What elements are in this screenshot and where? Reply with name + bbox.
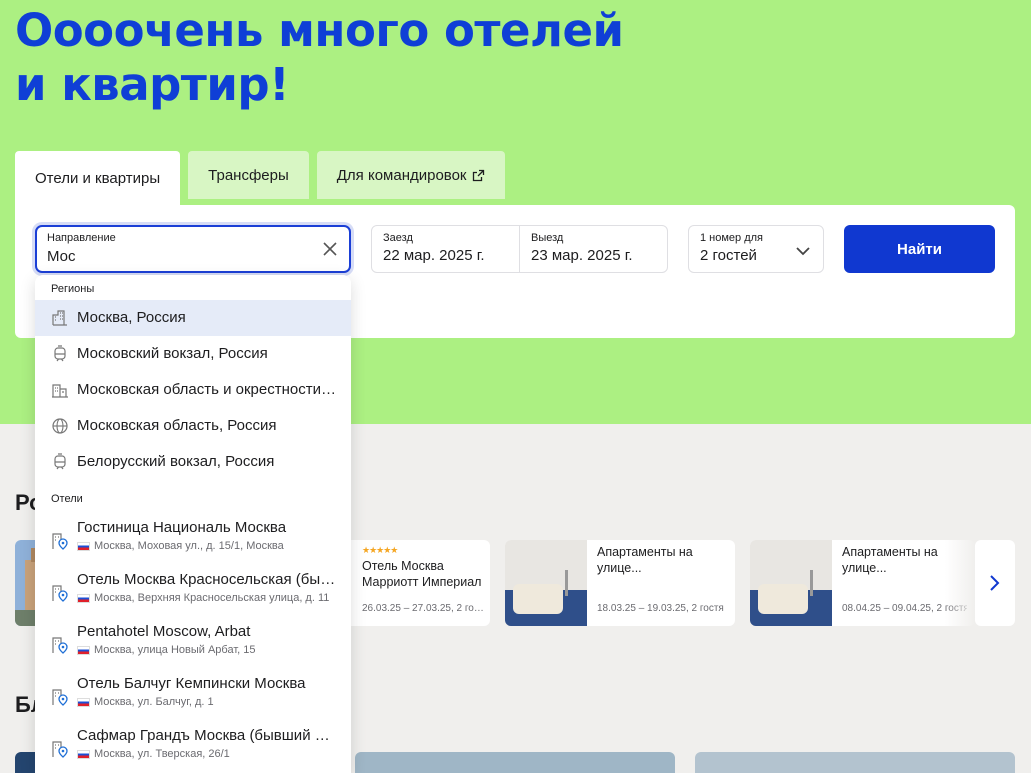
suggestion-hotel[interactable]: Гостиница Националь Москва Москва, Мохов… <box>35 517 351 569</box>
hotel-card-title: Отель Москва Марриотт Империал Плаза <box>362 559 482 589</box>
hotel-card-title: Апартаменты на улице... <box>597 545 693 575</box>
suggestion-text: Москва, Россия <box>77 309 186 326</box>
hotels-header: Отели <box>51 493 83 505</box>
hotel-address: Москва, ул. Балчуг, д. 1 <box>77 696 339 708</box>
carousel-fade <box>945 540 975 626</box>
hotel-pin-icon <box>52 533 68 550</box>
hotel-name: Гостиница Националь Москва <box>77 519 287 536</box>
train-station-icon <box>54 345 66 362</box>
hero-title-line-1: Оооочень много отелей <box>15 4 624 57</box>
russia-flag-icon <box>77 749 90 759</box>
clear-icon[interactable] <box>321 240 339 258</box>
suggestion-hotel[interactable]: Pentahotel Moscow, Arbat Москва, улица Н… <box>35 621 351 673</box>
checkout-field[interactable]: Выезд 23 мар. 2025 г. <box>520 226 668 272</box>
hero-title: Оооочень много отелей и квартир! <box>15 4 715 112</box>
checkin-value[interactable]: 22 мар. 2025 г. <box>383 247 485 264</box>
tab-business-trips-label: Для командировок <box>336 166 467 184</box>
guests-label: 1 номер для <box>700 232 764 244</box>
suggestion-text: Московская область, Россия <box>77 417 277 434</box>
hotel-pin-icon <box>52 637 68 654</box>
suggestion-text: Московская область и окрестности, Россия <box>77 381 339 398</box>
russia-flag-icon <box>77 593 90 603</box>
blog-card-image[interactable] <box>695 752 1015 773</box>
destination-input[interactable]: Мос <box>47 248 76 265</box>
suggestion-region[interactable]: Белорусский вокзал, Россия <box>35 444 351 480</box>
regions-header: Регионы <box>51 283 95 295</box>
suggestion-hotel[interactable]: Сафмар Грандъ Москва (бывший Мариотт) Мо… <box>35 725 351 773</box>
hotel-pin-icon <box>52 741 68 758</box>
carousel-next-button[interactable] <box>975 540 1015 626</box>
checkout-label: Выезд <box>531 232 564 244</box>
tab-transfers[interactable]: Трансферы <box>188 151 309 199</box>
suggestion-hotel[interactable]: Отель Балчуг Кемпински Москва Москва, ул… <box>35 673 351 725</box>
external-link-icon <box>472 169 484 181</box>
russia-flag-icon <box>77 645 90 655</box>
find-button[interactable]: Найти <box>844 225 995 273</box>
russia-flag-icon <box>77 541 90 551</box>
guests-value: 2 гостей <box>700 247 757 264</box>
chevron-right-icon <box>990 575 1000 591</box>
hotel-address-text: Москва, Моховая ул., д. 15/1, Москва <box>94 540 284 552</box>
blog-card-image[interactable] <box>355 752 675 773</box>
apartment-photo <box>750 540 832 626</box>
tab-hotels[interactable]: Отели и квартиры <box>15 151 181 205</box>
hotel-card[interactable]: Апартаменты на улице... 18.03.25 – 19.03… <box>505 540 735 626</box>
tab-transfers-label: Трансферы <box>208 166 289 184</box>
hotel-address-text: Москва, ул. Балчуг, д. 1 <box>94 696 214 708</box>
destination-field[interactable]: Направление Мос <box>35 225 351 273</box>
suggestion-region[interactable]: Москва, Россия <box>35 300 351 336</box>
suggestion-hotel[interactable]: Отель Москва Красносельская (бывший Холи… <box>35 569 351 621</box>
hotel-card-dates: 26.03.25 – 27.03.25, 2 гостя <box>362 603 488 614</box>
hotel-address-text: Москва, ул. Тверская, 26/1 <box>94 748 230 760</box>
building-area-icon <box>52 384 68 398</box>
apartment-photo <box>505 540 587 626</box>
russia-flag-icon <box>77 697 90 707</box>
tab-hotels-label: Отели и квартиры <box>35 169 161 187</box>
hotel-address: Москва, Верхняя Красносельская улица, д.… <box>77 592 339 604</box>
hotel-card[interactable]: Апартаменты на улице... 08.04.25 – 09.04… <box>750 540 975 626</box>
search-tabs: Отели и квартиры Трансферы Для командиро… <box>15 151 513 205</box>
hotel-name: Отель Москва Красносельская (бывший Холи… <box>77 571 337 588</box>
dates-field[interactable]: Заезд 22 мар. 2025 г. Выезд 23 мар. 2025… <box>371 225 668 273</box>
rating-stars: ★★★★★ <box>362 545 398 555</box>
suggestion-region[interactable]: Московский вокзал, Россия <box>35 336 351 372</box>
city-buildings-icon <box>52 310 67 326</box>
suggestion-region[interactable]: Московская область, Россия <box>35 408 351 444</box>
chevron-down-icon <box>796 247 810 256</box>
checkin-label: Заезд <box>383 232 413 244</box>
hotel-name: Сафмар Грандъ Москва (бывший Мариотт) <box>77 727 337 744</box>
destination-label: Направление <box>47 232 116 244</box>
hotel-address: Москва, ул. Тверская, 26/1 <box>77 748 339 760</box>
hotel-address-text: Москва, улица Новый Арбат, 15 <box>94 644 256 656</box>
globe-icon <box>52 418 68 434</box>
hotel-card-dates: 18.03.25 – 19.03.25, 2 гостя <box>597 603 724 614</box>
suggestion-text: Московский вокзал, Россия <box>77 345 268 362</box>
hotel-pin-icon <box>52 689 68 706</box>
hotel-pin-icon <box>52 585 68 602</box>
suggestion-region[interactable]: Московская область и окрестности, Россия <box>35 372 351 408</box>
hotel-address: Москва, Моховая ул., д. 15/1, Москва <box>77 540 339 552</box>
hero-title-line-2: и квартир! <box>15 58 290 111</box>
hotel-address-text: Москва, Верхняя Красносельская улица, д.… <box>94 592 330 604</box>
hotel-address: Москва, улица Новый Арбат, 15 <box>77 644 339 656</box>
hotel-name: Pentahotel Moscow, Arbat <box>77 623 251 640</box>
hotel-name: Отель Балчуг Кемпински Москва <box>77 675 306 692</box>
train-station-icon <box>54 453 66 470</box>
destination-suggestions: Регионы Москва, Россия Московский вокзал… <box>35 275 351 773</box>
tab-business-trips[interactable]: Для командировок <box>316 151 505 199</box>
suggestion-text: Белорусский вокзал, Россия <box>77 453 275 470</box>
guests-field[interactable]: 1 номер для 2 гостей <box>688 225 824 273</box>
checkout-value[interactable]: 23 мар. 2025 г. <box>531 247 633 264</box>
